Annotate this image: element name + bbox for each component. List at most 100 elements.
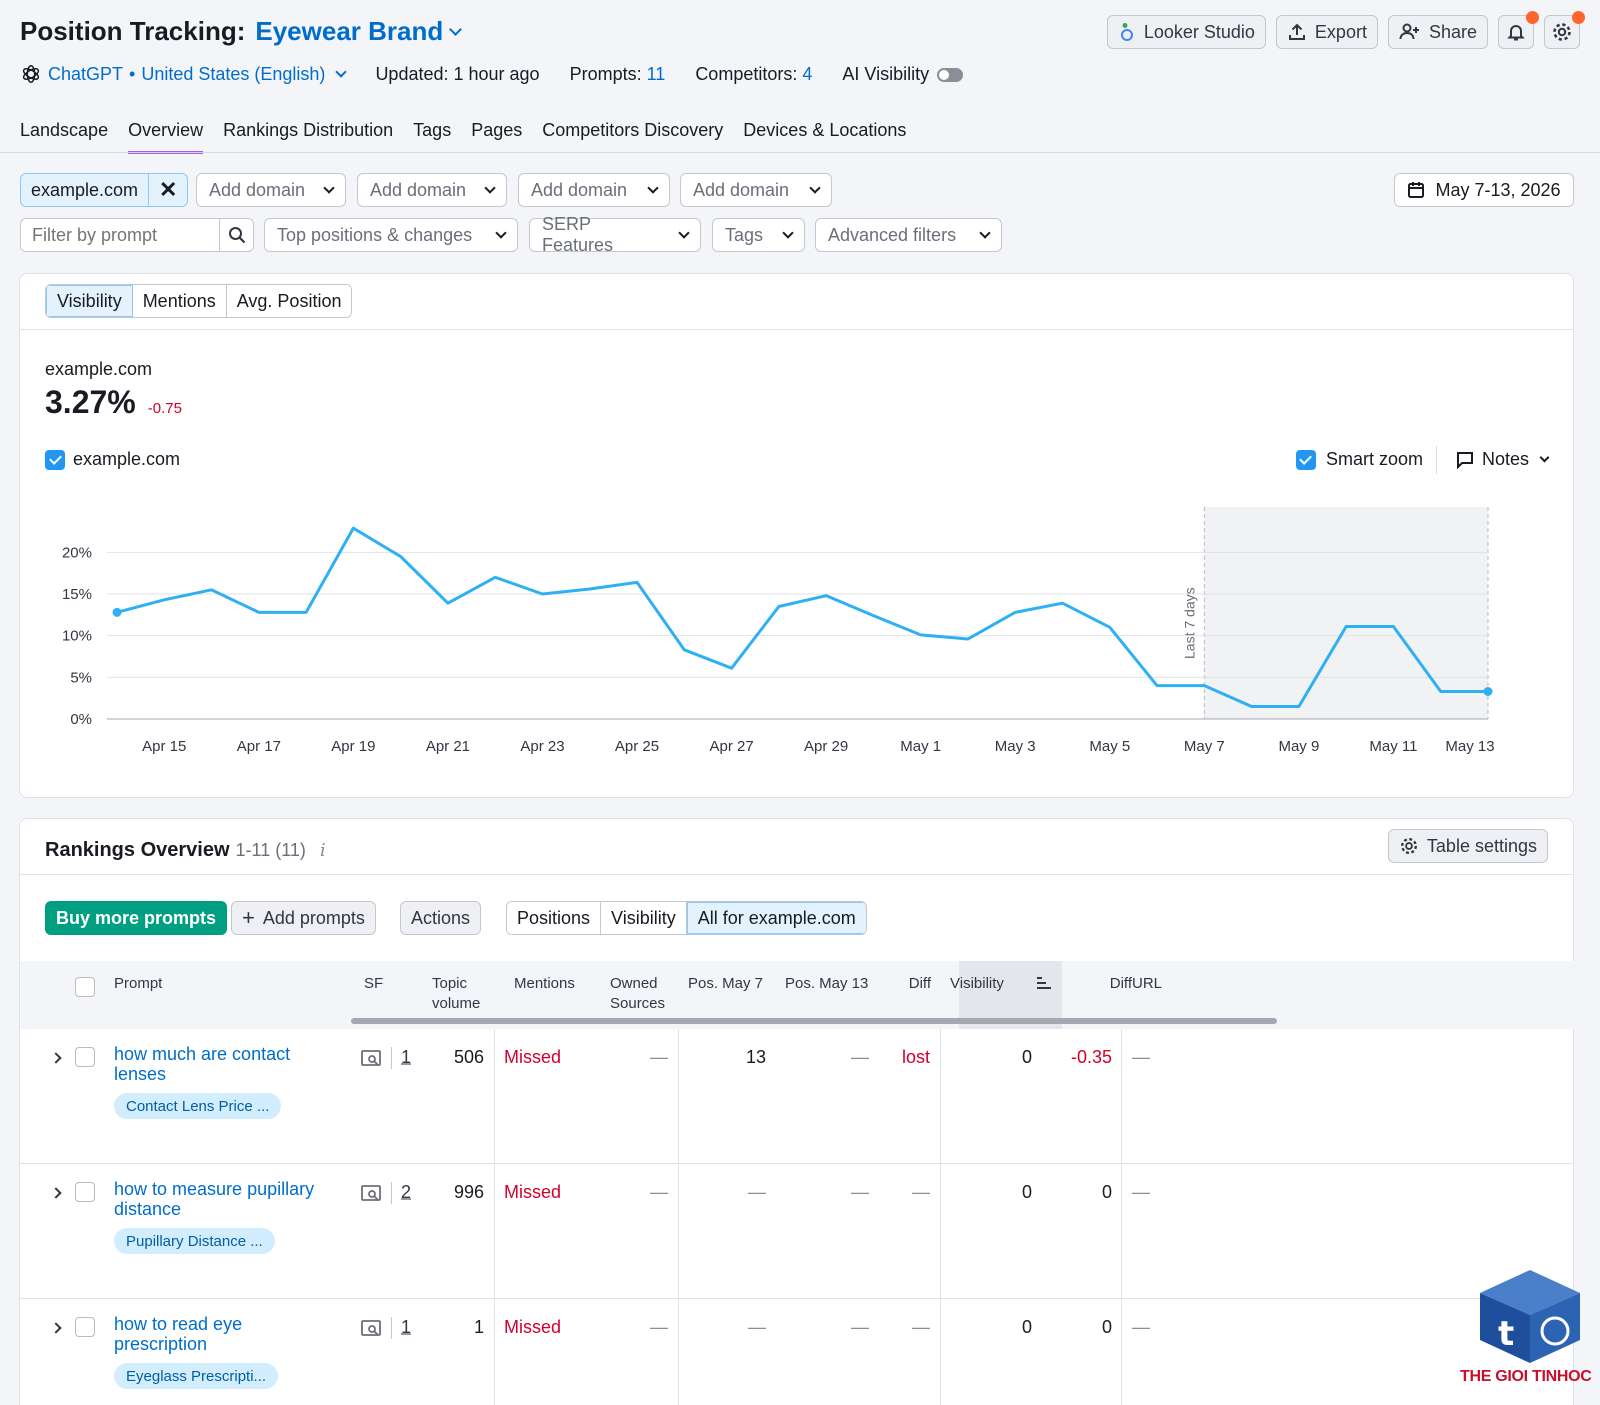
row-checkbox[interactable] — [75, 1182, 95, 1202]
owned-sources: — — [650, 1047, 668, 1067]
advanced-filters-select[interactable]: Advanced filters — [815, 218, 1002, 252]
engine-selector[interactable]: ChatGPT • United States (English) — [20, 63, 348, 85]
search-button[interactable] — [219, 219, 253, 251]
share-button[interactable]: Share — [1387, 15, 1488, 49]
tab-overview[interactable]: Overview — [128, 120, 204, 154]
divider — [391, 1047, 392, 1069]
column-header-owned-sources[interactable]: Owned Sources — [610, 974, 700, 1014]
serp-feature-icon[interactable] — [361, 1050, 383, 1068]
view-tab-positions[interactable]: Positions — [507, 902, 602, 934]
serp-feature-icon[interactable] — [361, 1185, 383, 1203]
tab-devices-locations[interactable]: Devices & Locations — [743, 120, 906, 154]
add-domain-select-2[interactable]: Add domain — [357, 173, 507, 207]
filter-prompt-input[interactable] — [21, 219, 219, 251]
calendar-icon — [1408, 182, 1425, 198]
column-header-pos-may-7[interactable]: Pos. May 7 — [688, 974, 792, 994]
view-tab-visibility[interactable]: Visibility — [601, 902, 687, 934]
add-domain-select-4[interactable]: Add domain — [680, 173, 832, 207]
table-settings-button[interactable]: Table settings — [1387, 829, 1548, 863]
metric-tab-visibility[interactable]: Visibility — [46, 285, 133, 317]
expand-chevron-icon[interactable] — [50, 1187, 62, 1199]
prompt-tag[interactable]: Contact Lens Price ... — [114, 1093, 282, 1119]
notifications-button[interactable] — [1498, 11, 1539, 49]
table-row[interactable]: how to measure pupillary distance Pupill… — [20, 1164, 1575, 1299]
row-checkbox[interactable] — [75, 1317, 95, 1337]
info-icon[interactable]: i — [320, 840, 326, 861]
tab-competitors-discovery[interactable]: Competitors Discovery — [542, 120, 723, 154]
prompt-link[interactable]: how much are contact lenses — [114, 1044, 290, 1084]
column-header-topic-volume[interactable]: Topic volume — [432, 974, 506, 1014]
table-row[interactable]: how much are contact lenses Contact Lens… — [20, 1029, 1575, 1164]
sf-count[interactable]: 2 — [401, 1182, 411, 1203]
dropdown-label: Advanced filters — [828, 224, 957, 245]
add-domain-select-3[interactable]: Add domain — [518, 173, 670, 207]
prompt-link[interactable]: how to measure pupillary distance — [114, 1179, 314, 1219]
column-divider — [1121, 1029, 1122, 1164]
smart-zoom-checkbox[interactable] — [1295, 449, 1316, 470]
visibility-line-chart: Last 7 days 0% 5% 10% 15% 20% Apr 15 Apr 17 Apr … — [62, 507, 1495, 755]
row-checkbox[interactable] — [75, 1047, 95, 1067]
column-header-mentions[interactable]: Mentions — [514, 974, 604, 994]
table-row[interactable]: how to read eye prescription Eyeglass Pr… — [20, 1299, 1575, 1405]
select-all-checkbox[interactable] — [75, 977, 95, 997]
tab-tags[interactable]: Tags — [413, 120, 451, 154]
settings-button[interactable] — [1544, 11, 1585, 49]
top-positions-select[interactable]: Top positions & changes — [264, 218, 518, 252]
expand-chevron-icon[interactable] — [50, 1052, 62, 1064]
position-may-13: — — [851, 1317, 869, 1337]
competitors-count[interactable]: 4 — [802, 64, 812, 84]
sf-count[interactable]: 1 — [401, 1317, 411, 1338]
url-value[interactable]: — — [1132, 1317, 1150, 1338]
column-header-sf[interactable]: SF — [364, 974, 410, 994]
close-icon[interactable]: ✕ — [148, 174, 187, 206]
add-domain-label: Add domain — [531, 179, 628, 200]
expand-chevron-icon[interactable] — [50, 1322, 62, 1334]
legend-item[interactable]: example.com — [45, 449, 180, 470]
metric-tab-avg-position[interactable]: Avg. Position — [226, 285, 352, 317]
view-tab-all[interactable]: All for example.com — [686, 902, 866, 934]
tags-select[interactable]: Tags — [712, 218, 805, 252]
smart-zoom-toggle[interactable]: Smart zoom — [1295, 449, 1423, 470]
date-range-picker[interactable]: May 7-13, 2026 — [1394, 173, 1574, 207]
x-tick-label: May 11 — [1369, 738, 1417, 755]
ai-visibility-toggle[interactable] — [937, 67, 964, 82]
legend-checkbox[interactable] — [45, 449, 65, 470]
prompt-tag[interactable]: Eyeglass Prescripti... — [114, 1363, 279, 1389]
position-may-7: — — [748, 1317, 766, 1337]
looker-studio-button[interactable]: Looker Studio — [1106, 15, 1266, 49]
export-button[interactable]: Export — [1275, 15, 1378, 49]
sort-icon[interactable] — [1036, 976, 1052, 990]
column-header-diff[interactable]: Diff — [885, 974, 931, 994]
sf-count[interactable]: 1 — [401, 1047, 411, 1068]
column-header-diff[interactable]: Diff — [1080, 974, 1132, 994]
horizontal-scrollbar[interactable] — [351, 1018, 1277, 1024]
add-domain-label: Add domain — [370, 179, 467, 200]
url-value[interactable]: — — [1132, 1047, 1150, 1068]
tab-landscape[interactable]: Landscape — [20, 120, 108, 154]
actions-button[interactable]: Actions — [400, 901, 482, 935]
prompt-line: how much are contact — [114, 1044, 291, 1064]
project-selector[interactable]: Eyewear Brand — [255, 16, 463, 47]
prompt-link[interactable]: how to read eye prescription — [114, 1314, 242, 1354]
column-header-url[interactable]: URL — [1132, 974, 1192, 994]
domain-chip-label: example.com — [31, 179, 139, 200]
notes-dropdown[interactable]: Notes — [1456, 449, 1550, 470]
buy-more-prompts-button[interactable]: Buy more prompts — [45, 901, 228, 935]
domain-chip[interactable]: example.com ✕ — [20, 173, 189, 207]
x-tick-label: Apr 19 — [331, 738, 375, 755]
prompt-tag[interactable]: Pupillary Distance ... — [114, 1228, 275, 1254]
tab-pages[interactable]: Pages — [471, 120, 522, 154]
add-prompts-button[interactable]: + Add prompts — [231, 901, 376, 935]
serp-features-select[interactable]: SERP Features — [529, 214, 701, 255]
prompt-filter — [20, 218, 254, 252]
add-domain-select-1[interactable]: Add domain — [196, 173, 346, 207]
prompts-label: Prompts: — [569, 63, 642, 84]
tab-rankings-distribution[interactable]: Rankings Distribution — [223, 120, 393, 154]
column-header-prompt[interactable]: Prompt — [114, 974, 314, 994]
svg-text:t: t — [1498, 1314, 1514, 1354]
column-header-pos-may-13[interactable]: Pos. May 13 — [785, 974, 885, 994]
serp-feature-icon[interactable] — [361, 1320, 383, 1338]
metric-tab-mentions[interactable]: Mentions — [132, 285, 227, 317]
url-value[interactable]: — — [1132, 1182, 1150, 1203]
prompts-count[interactable]: 11 — [647, 64, 666, 84]
